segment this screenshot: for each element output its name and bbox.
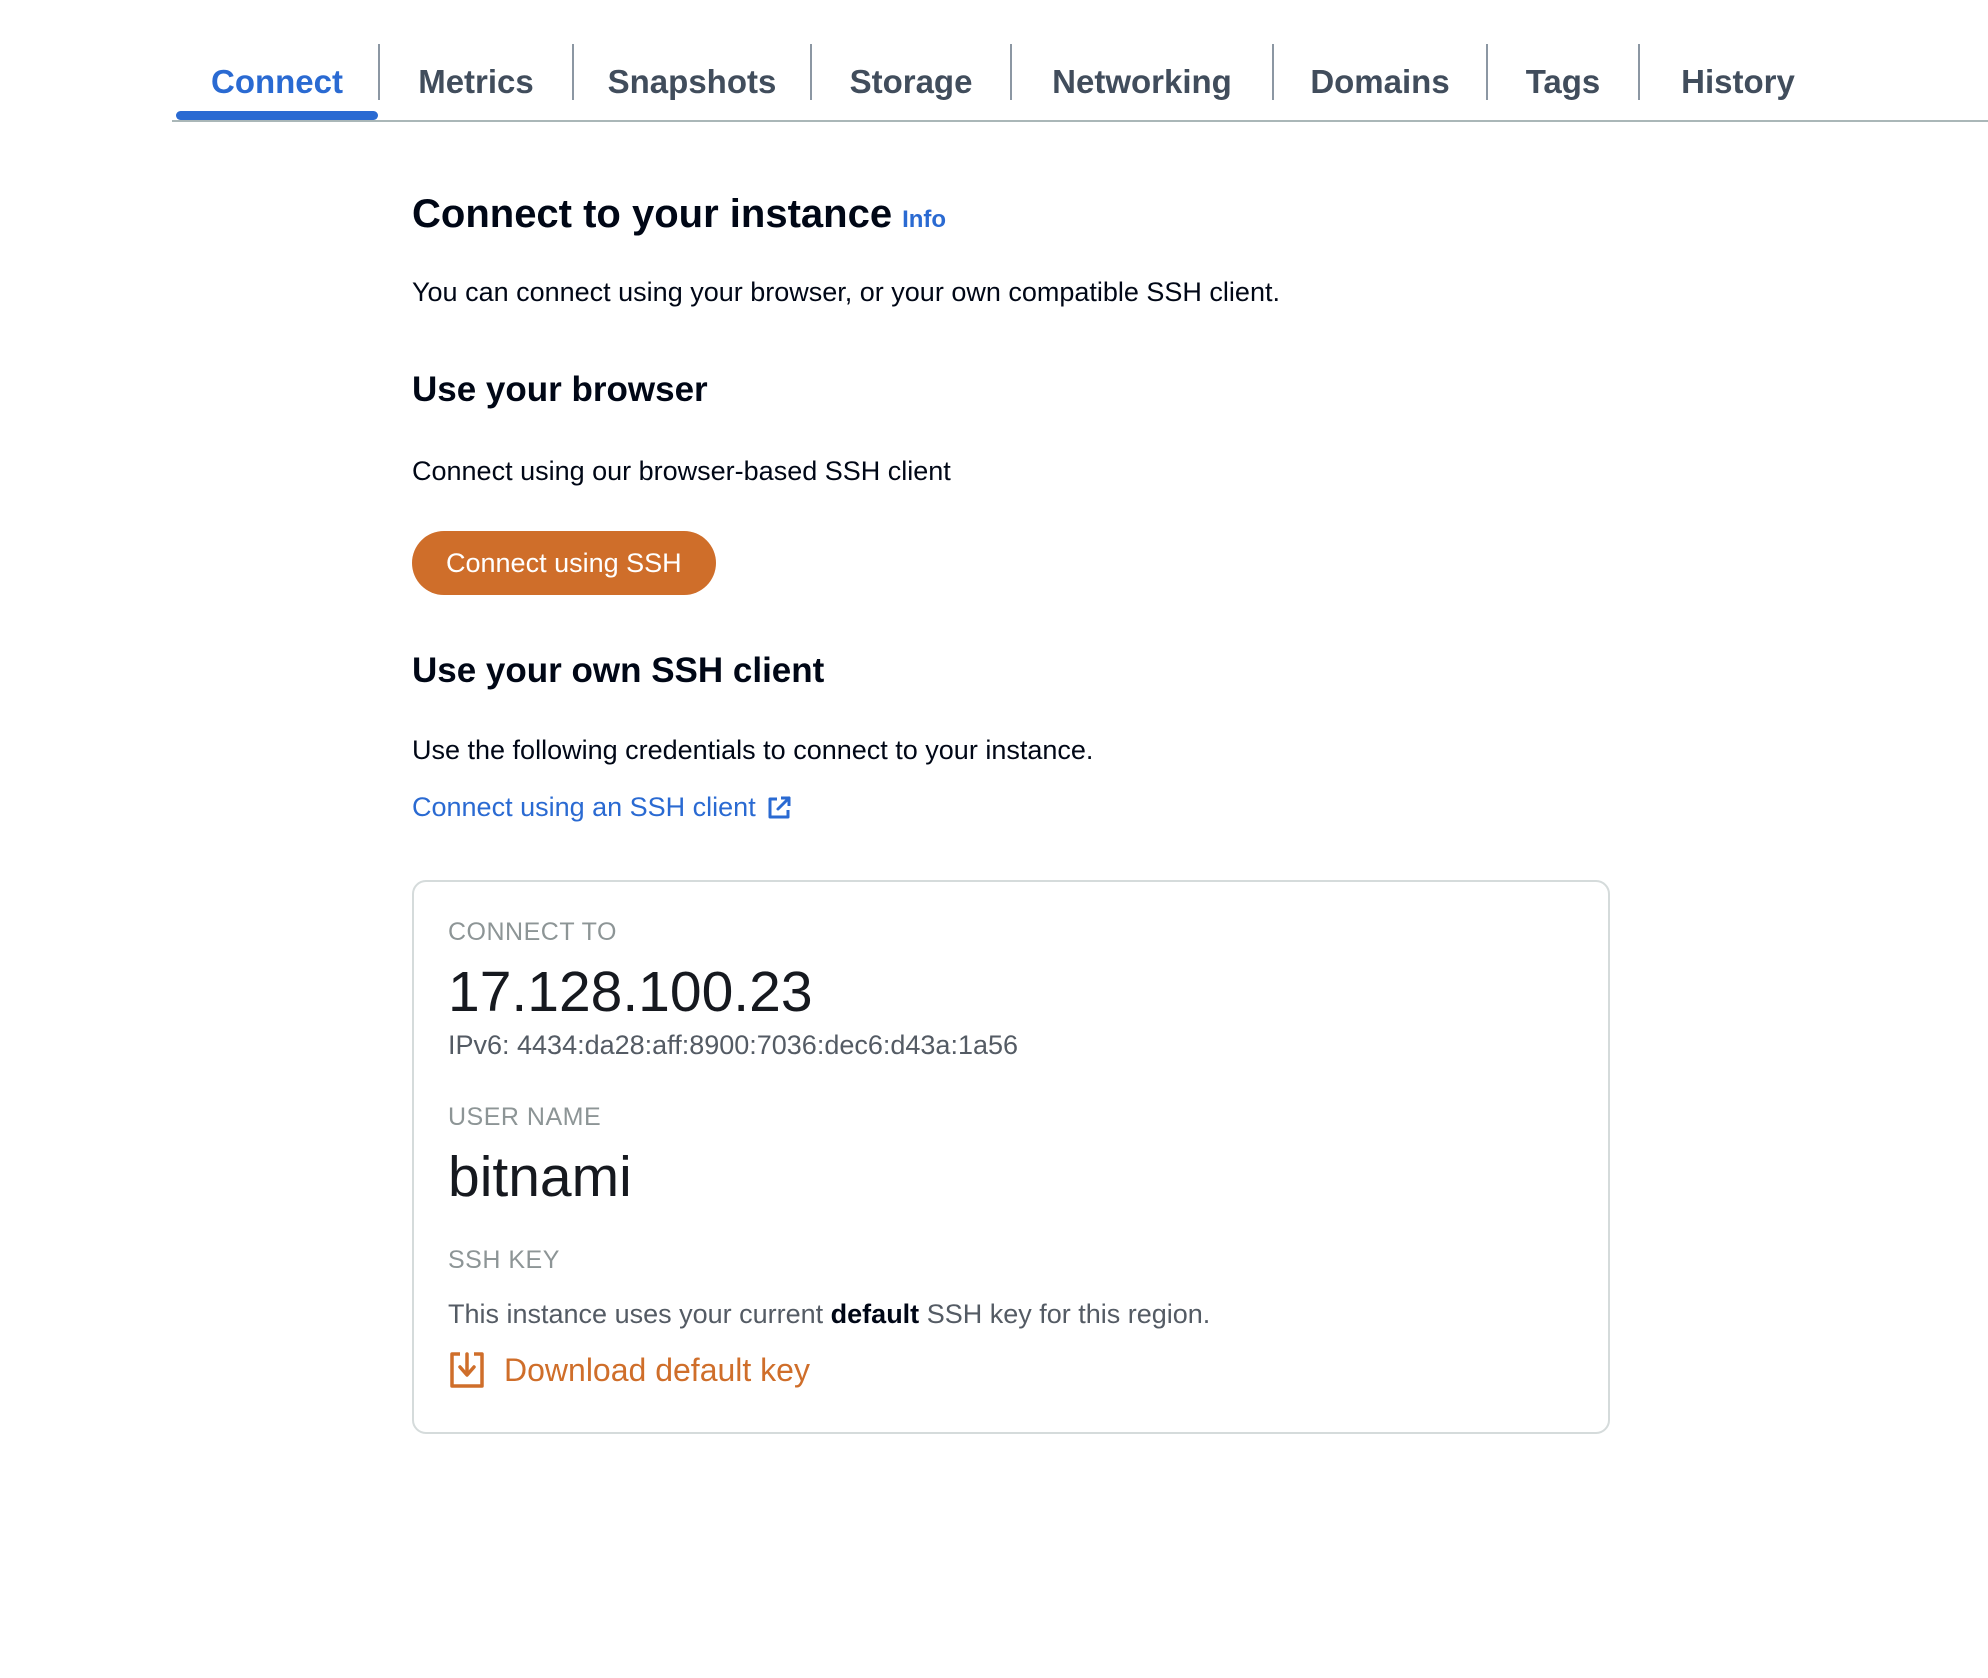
info-link[interactable]: Info [902, 206, 946, 234]
ssh-key-label: SSH KEY [448, 1246, 560, 1275]
download-default-key-label: Download default key [504, 1351, 810, 1388]
ssh-key-description: This instance uses your current default … [448, 1299, 1574, 1330]
page-header: Connect to your instance Info [412, 192, 1712, 237]
user-name-label: USER NAME [448, 1102, 602, 1131]
tab-metrics[interactable]: Metrics [380, 44, 572, 120]
ssh-client-section-heading: Use your own SSH client [412, 651, 825, 690]
ssh-client-link-label: Connect using an SSH client [412, 792, 756, 822]
connect-using-ssh-client-link[interactable]: Connect using an SSH client [412, 792, 792, 823]
external-link-icon [768, 796, 791, 818]
browser-section-description: Connect using our browser-based SSH clie… [412, 456, 951, 486]
tab-bar: Connect Metrics Snapshots Storage Networ… [172, 44, 1988, 122]
ssh-key-default: default [830, 1299, 920, 1330]
tab-connect[interactable]: Connect [172, 44, 382, 120]
connect-to-label: CONNECT TO [448, 918, 617, 946]
ip-address: 17.128.100.23 [448, 960, 813, 1024]
intro-text: You can connect using your browser, or y… [412, 277, 1280, 307]
tab-snapshots[interactable]: Snapshots [574, 44, 810, 120]
tab-history[interactable]: History [1640, 44, 1836, 120]
tab-storage[interactable]: Storage [812, 44, 1010, 120]
download-icon [450, 1352, 484, 1389]
tab-domains[interactable]: Domains [1274, 44, 1486, 120]
browser-section-heading: Use your browser [412, 370, 708, 409]
connect-using-ssh-button[interactable]: Connect using SSH [412, 531, 716, 595]
ipv6-address: IPv6: 4434:da28:aff:8900:7036:dec6:d43a:… [448, 1029, 1019, 1060]
ssh-key-text-after: SSH key for this region. [919, 1299, 1211, 1330]
page-title: Connect to your instance [412, 192, 893, 236]
credentials-card: CONNECT TO 17.128.100.23 IPv6: 4434:da28… [412, 880, 1610, 1434]
ssh-client-section-description: Use the following credentials to connect… [412, 735, 1094, 765]
tab-networking[interactable]: Networking [1012, 44, 1272, 120]
user-name: bitnami [448, 1144, 632, 1209]
connect-panel: Connect to your instance Info You can co… [412, 180, 1712, 823]
download-default-key-link[interactable]: Download default key [448, 1350, 810, 1390]
ssh-key-text-before: This instance uses your current [448, 1299, 831, 1330]
active-tab-indicator [176, 111, 378, 120]
tab-tags[interactable]: Tags [1488, 44, 1638, 120]
